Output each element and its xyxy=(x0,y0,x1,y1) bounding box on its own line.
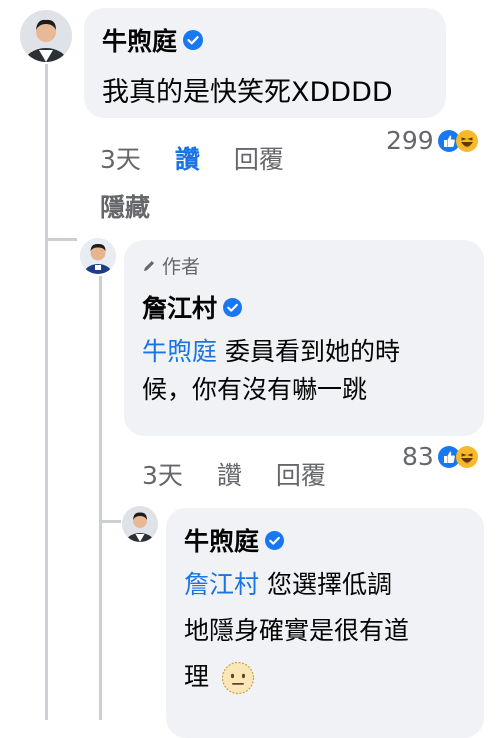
reply-bubble[interactable]: 牛煦庭 詹江村 您選擇低調 地隱身確實是很有道 理 xyxy=(166,508,484,738)
verified-badge-icon xyxy=(183,30,204,50)
mention-link[interactable]: 詹江村 xyxy=(184,570,259,599)
comment-text-line-1: 委員看到她的時 xyxy=(217,337,400,366)
mention-link[interactable]: 牛煦庭 xyxy=(142,337,217,366)
reply-bubble[interactable]: 作者 詹江村 牛煦庭 委員看到她的時 候，你有沒有嚇一跳 xyxy=(124,240,484,436)
thread-line-sub xyxy=(99,276,102,720)
verified-badge-icon xyxy=(265,530,285,550)
reaction-count: 83 xyxy=(402,442,434,471)
comment-text: 我真的是快笑死XDDDD xyxy=(102,77,393,108)
thread-line-branch-1 xyxy=(45,238,77,241)
avatar[interactable] xyxy=(122,506,158,542)
thread-line-branch-2 xyxy=(99,520,121,523)
hide-button[interactable]: 隱藏 xyxy=(100,188,150,224)
comment-author-name[interactable]: 詹江村 xyxy=(142,289,217,325)
comment-timestamp[interactable]: 3天 xyxy=(100,140,141,176)
reply-button[interactable]: 回覆 xyxy=(234,140,284,176)
avatar[interactable] xyxy=(20,10,72,62)
reply-button[interactable]: 回覆 xyxy=(276,456,326,492)
author-badge-label: 作者 xyxy=(162,256,201,278)
comment-text-line-2: 候，你有沒有嚇一跳 xyxy=(142,375,368,404)
avatar[interactable] xyxy=(80,238,116,274)
comment-text: 牛煦庭 委員看到她的時 候，你有沒有嚇一跳 xyxy=(142,333,466,409)
haha-reaction-icon xyxy=(455,445,478,468)
reaction-summary[interactable]: 83 xyxy=(402,442,478,471)
haha-reaction-icon xyxy=(455,129,478,152)
comment-text-line-3: 理 xyxy=(184,662,210,691)
thread-line-main xyxy=(45,64,48,720)
pencil-icon xyxy=(144,260,154,271)
neutral-face-emoji-icon xyxy=(221,661,255,695)
like-button[interactable]: 讚 xyxy=(175,140,200,176)
reaction-count: 299 xyxy=(386,126,434,155)
comment-author-name[interactable]: 牛煦庭 xyxy=(184,522,259,558)
like-button[interactable]: 讚 xyxy=(217,456,242,492)
comment-text-line-2: 地隱身確實是很有道 xyxy=(184,616,410,645)
comment-timestamp[interactable]: 3天 xyxy=(142,456,183,492)
verified-badge-icon xyxy=(223,297,243,317)
reaction-summary[interactable]: 299 xyxy=(386,126,478,155)
comment-bubble[interactable]: 牛煦庭 我真的是快笑死XDDDD xyxy=(84,8,446,118)
comment-author-name[interactable]: 牛煦庭 xyxy=(102,22,177,58)
author-badge: 作者 xyxy=(142,252,466,279)
comment-actions: 3天 讚 回覆 xyxy=(100,140,318,176)
comment-actions: 3天 讚 回覆 xyxy=(142,456,360,492)
comment-text: 詹江村 您選擇低調 地隱身確實是很有道 理 xyxy=(184,562,466,700)
comment-text-line-1: 您選擇低調 xyxy=(259,570,392,599)
